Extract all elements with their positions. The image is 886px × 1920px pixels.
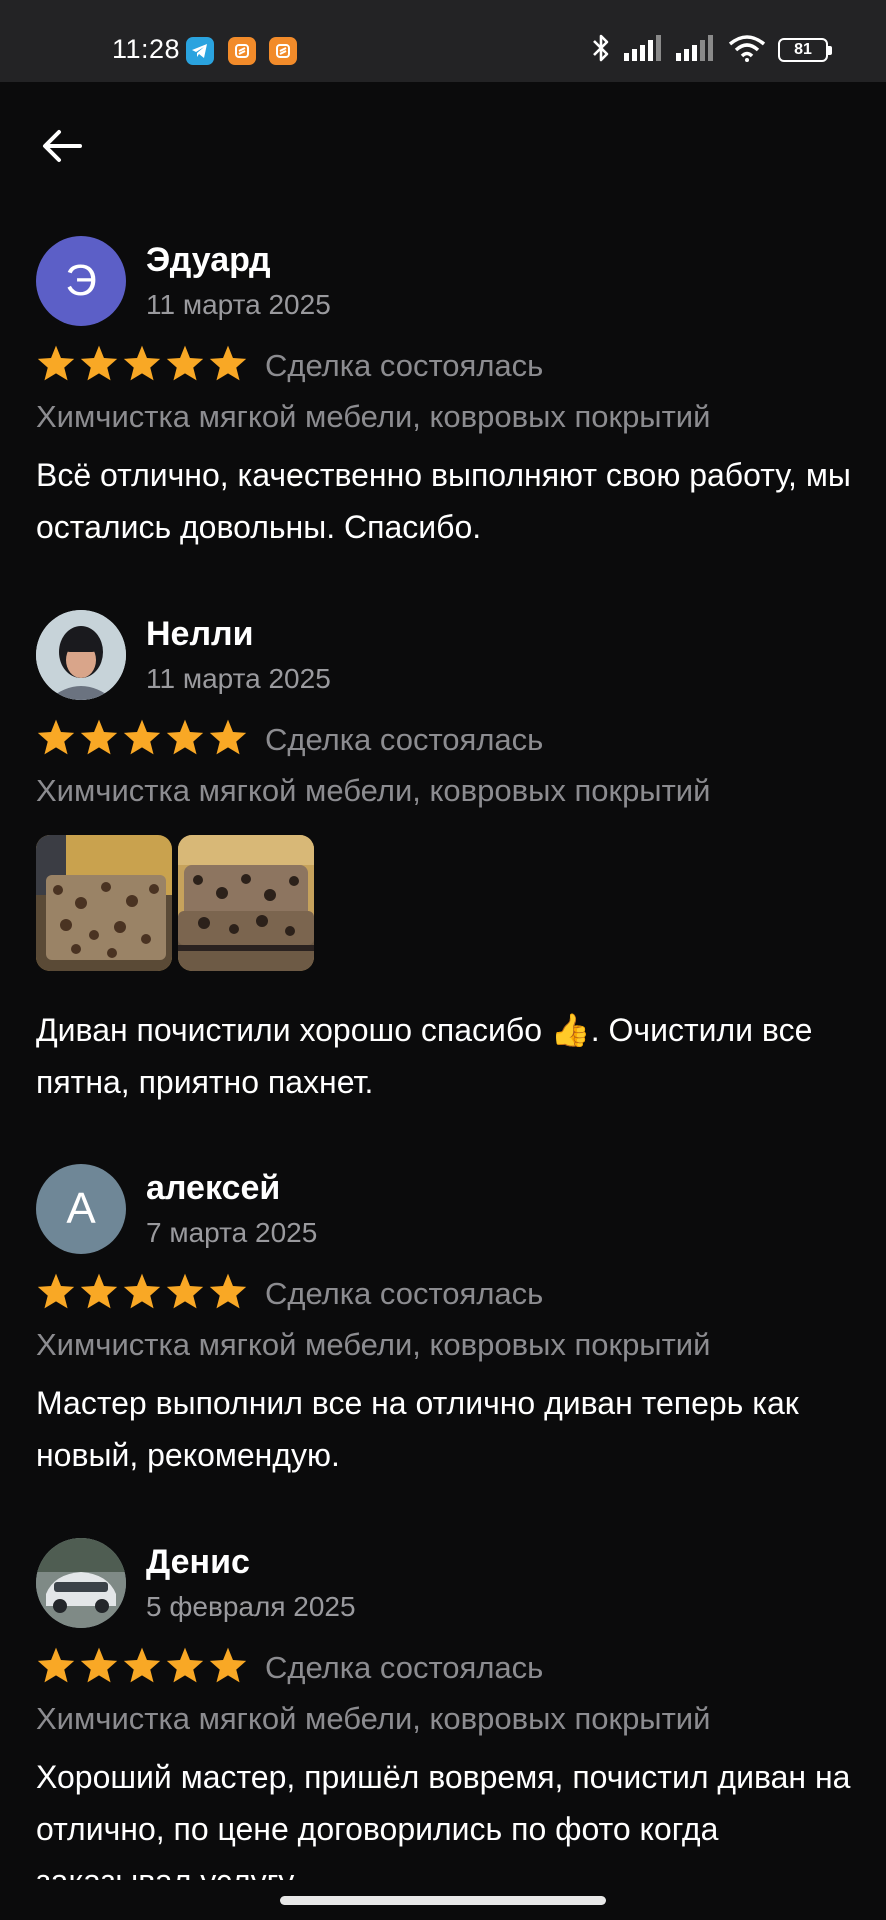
rating-stars [36,718,248,756]
star-icon [123,719,161,755]
avatar[interactable]: Э [36,236,126,326]
review-text: Диван почистили хорошо спасибо 👍. Очисти… [36,1012,813,1100]
star-icon [209,719,247,755]
star-icon [37,1273,75,1309]
author-name[interactable]: Нелли [146,615,254,654]
service-name: Химчистка мягкой мебели, ковровых покрыт… [36,1701,711,1736]
star-icon [123,1273,161,1309]
wifi-icon [728,34,766,67]
avatar[interactable] [36,610,126,700]
signal-icon [676,34,716,66]
star-icon [166,345,204,381]
star-icon [209,1647,247,1683]
deal-status: Сделка состоялась [265,722,544,757]
star-icon [123,345,161,381]
telegram-icon [186,37,214,65]
status-time: 11:28 [112,34,181,64]
star-icon [123,1647,161,1683]
app-icon [228,37,256,65]
review-date: 5 февраля 2025 [146,1591,356,1622]
review-photo[interactable] [36,835,172,971]
author-name[interactable]: Эдуард [146,241,271,280]
deal-status: Сделка состоялась [265,348,544,383]
review-card: Нелли 11 марта 2025 Сделка состоялась Хи… [0,610,886,1110]
author-name[interactable]: алексей [146,1169,280,1208]
arrow-left-icon [43,130,82,162]
battery-icon: 81 [778,38,832,62]
avatar-photo [36,610,126,700]
home-indicator[interactable] [280,1896,606,1905]
author-name[interactable]: Денис [146,1543,250,1582]
review-card: Денис 5 февраля 2025 Сделка состоялась Х… [0,1538,886,1880]
rating-stars [36,1272,248,1310]
avatar-letter: Э [65,256,97,305]
star-icon [80,1647,118,1683]
bluetooth-icon [590,33,612,68]
review-text: Мастер выполнил все на отлично диван теп… [36,1385,799,1473]
review-text: Хороший мастер, пришёл вовремя, почистил… [36,1759,851,1880]
review-date: 11 марта 2025 [146,289,331,320]
star-icon [166,1273,204,1309]
star-icon [37,1647,75,1683]
deal-status: Сделка состоялась [265,1276,544,1311]
app-icon [269,37,297,65]
star-icon [209,345,247,381]
star-icon [37,345,75,381]
back-button[interactable] [38,122,86,170]
rating-stars [36,344,248,382]
avatar-photo [36,1538,126,1628]
signal-icon [624,34,664,66]
avatar[interactable] [36,1538,126,1628]
service-name: Химчистка мягкой мебели, ковровых покрыт… [36,1327,711,1362]
avatar[interactable]: А [36,1164,126,1254]
star-icon [80,719,118,755]
review-text: Всё отлично, качественно выполняют свою … [36,457,851,545]
rating-stars [36,1646,248,1684]
star-icon [80,345,118,381]
battery-level: 81 [794,41,812,58]
star-icon [166,1647,204,1683]
review-card: Э Эдуард 11 марта 2025 Сделка состоялась… [0,236,886,556]
service-name: Химчистка мягкой мебели, ковровых покрыт… [36,773,711,808]
star-icon [37,719,75,755]
review-photo[interactable] [178,835,314,971]
review-date: 7 марта 2025 [146,1217,318,1248]
avatar-letter: А [66,1184,96,1233]
review-card: А алексей 7 марта 2025 Сделка состоялась… [0,1164,886,1484]
review-date: 11 марта 2025 [146,663,331,694]
service-name: Химчистка мягкой мебели, ковровых покрыт… [36,399,711,434]
deal-status: Сделка состоялась [265,1650,544,1685]
star-icon [166,719,204,755]
star-icon [80,1273,118,1309]
status-bar: 11:28 81 [0,0,886,82]
star-icon [209,1273,247,1309]
